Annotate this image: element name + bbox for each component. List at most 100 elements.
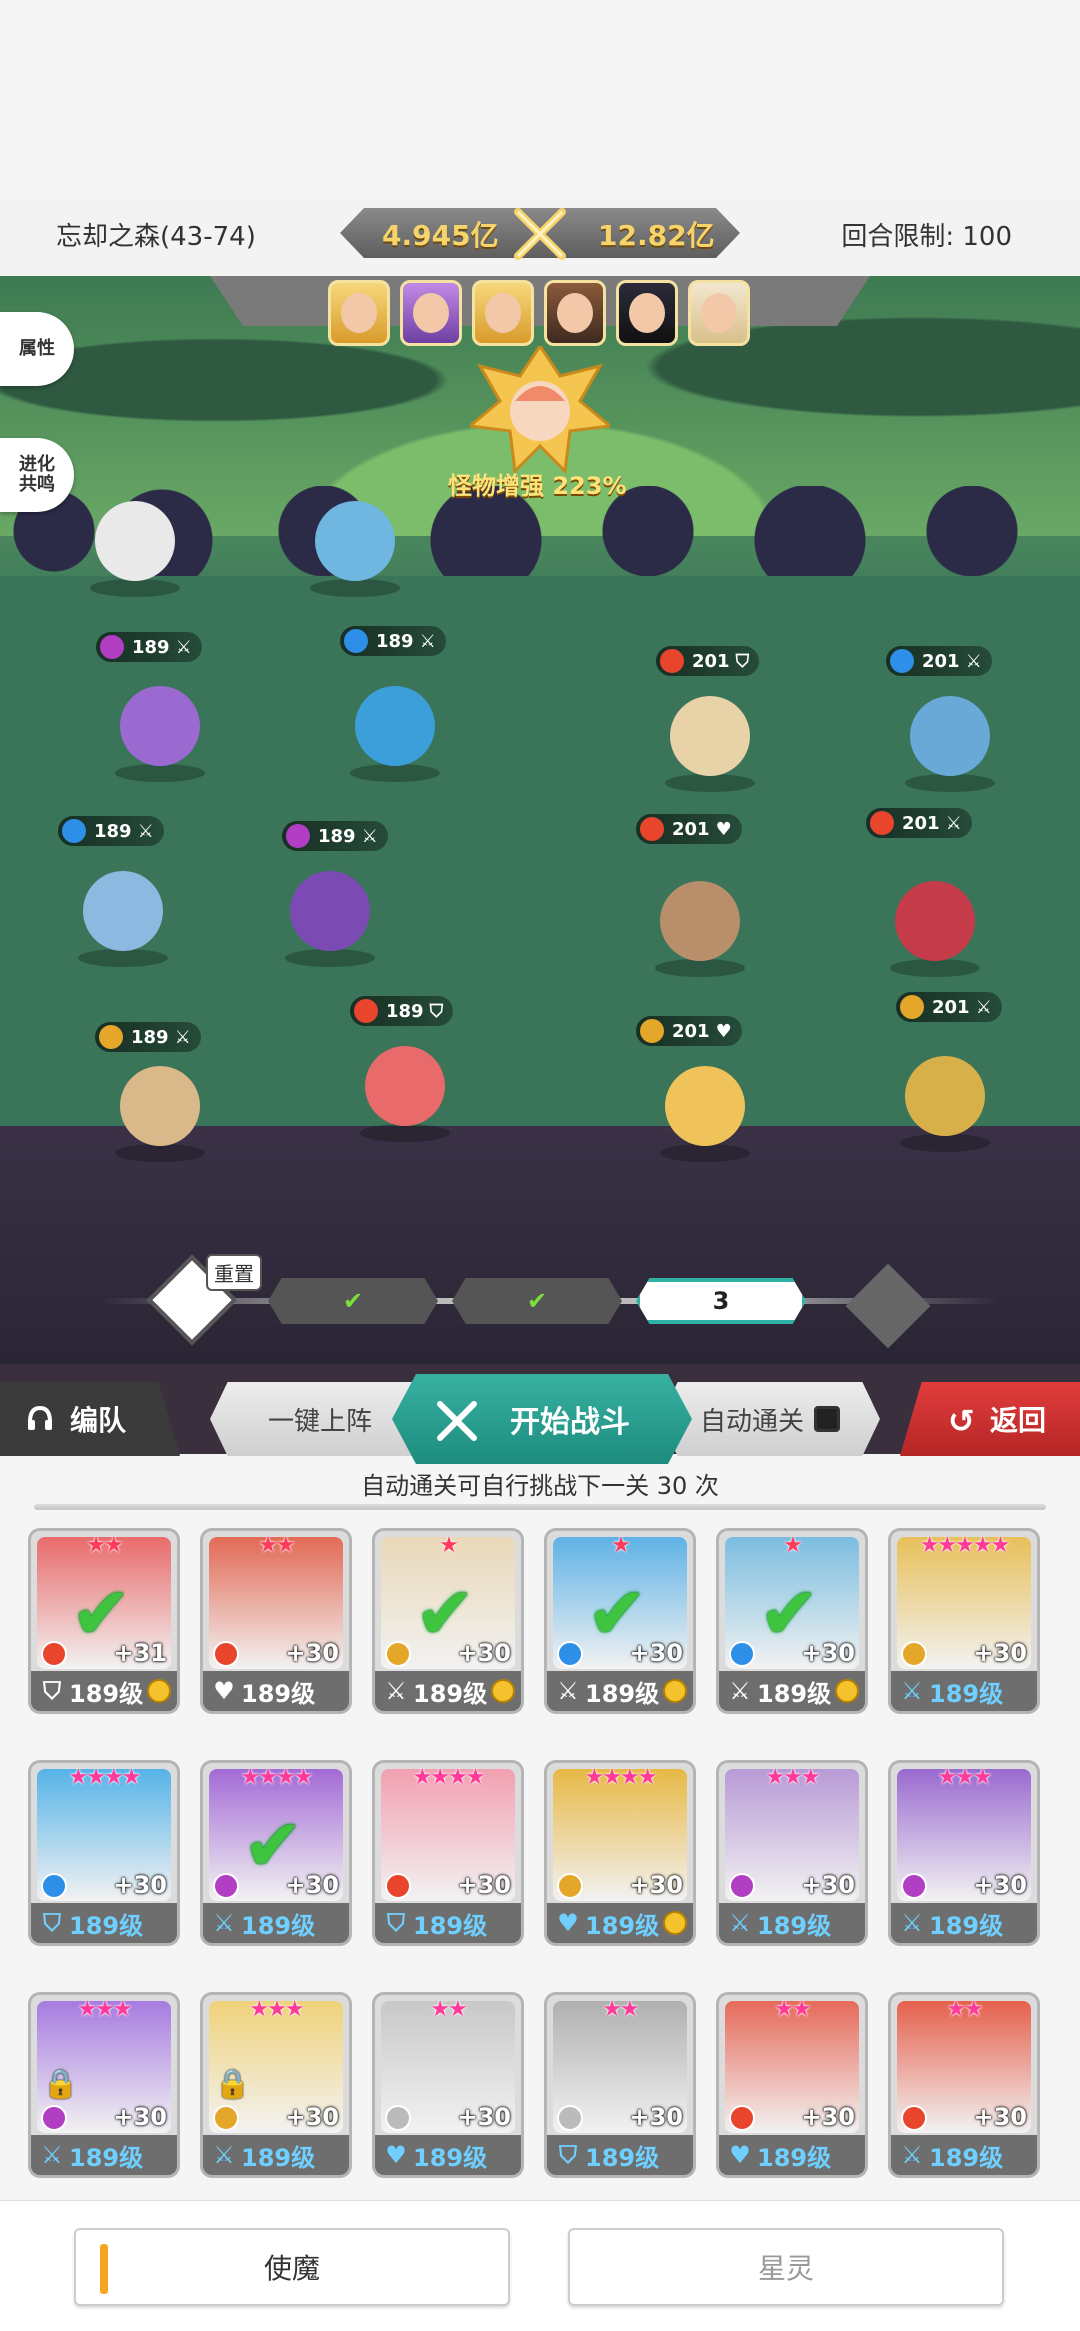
familiar-card[interactable]: ★★★★★ +30 ⚔ 189级	[888, 1528, 1040, 1714]
ally-unit[interactable]	[350, 1036, 460, 1146]
wind-icon	[900, 995, 924, 1019]
familiar-card[interactable]: ★★ +30 ♥ 189级	[716, 1992, 868, 2178]
back-label: 返回	[990, 1404, 1047, 1437]
level-bar: ⚔ 189级	[203, 2135, 349, 2175]
star-rating: ★	[439, 1533, 459, 1558]
familiar-card[interactable]: ★★ +30 ⚔ 189级	[888, 1992, 1040, 2178]
heart-icon: ♥	[715, 1020, 732, 1042]
star-rating: ★★★	[249, 1997, 304, 2022]
star-rating: ★★	[86, 1533, 123, 1558]
sword-icon: ⚔	[213, 2141, 235, 2169]
familiar-card[interactable]: ★ ✔ +30 ⚔ 189级	[372, 1528, 524, 1714]
level-bar: ♥ 189级	[375, 2135, 521, 2175]
sword-icon: ⚔	[965, 650, 982, 672]
team-power: 4.945亿	[382, 219, 499, 252]
level-label: 189级	[241, 1679, 316, 1708]
level-bar: ⚔ 189级	[891, 1903, 1037, 1943]
ally-unit[interactable]	[80, 491, 190, 601]
element-icon	[213, 2105, 239, 2131]
enemy-portrait[interactable]	[328, 280, 390, 346]
enemy-portrait[interactable]	[472, 280, 534, 346]
tab-spirits[interactable]: 星灵	[568, 2228, 1004, 2306]
round-limit: 回合限制: 100	[841, 222, 1012, 252]
enemy-unit[interactable]	[895, 686, 1005, 796]
sword-icon: ⚔	[175, 636, 192, 658]
level-label: 189级	[585, 1679, 660, 1708]
familiar-card[interactable]: ★★★★ +30 ⛉ 189级	[28, 1760, 180, 1946]
level-label: 189级	[69, 2143, 144, 2172]
boss-avatar[interactable]	[470, 346, 610, 476]
ally-unit[interactable]	[300, 491, 410, 601]
stage-node-cleared: ✔	[268, 1278, 438, 1324]
bonus-value: +30	[113, 2103, 167, 2131]
ally-unit[interactable]	[105, 1056, 215, 1166]
wind-icon	[640, 1019, 664, 1043]
familiar-card[interactable]: ★★★ 🔒 +30 ⚔ 189级	[200, 1992, 352, 2178]
evolution-resonance-button[interactable]: 进化 共鸣	[0, 438, 74, 512]
familiar-card[interactable]: ★★★ +30 ⚔ 189级	[716, 1760, 868, 1946]
tab-familiars[interactable]: 使魔	[74, 2228, 510, 2306]
star-rating: ★★★★	[412, 1765, 486, 1790]
familiar-card[interactable]: ★★★ 🔒 +30 ⚔ 189级	[28, 1992, 180, 2178]
game-screen: 忘却之森(43-74) 4.945亿 12.82亿 回合限制: 100 怪物增强…	[0, 0, 1080, 2331]
fire-icon	[640, 817, 664, 841]
enemy-unit[interactable]	[890, 1046, 1000, 1156]
familiar-card[interactable]: ★★★★ +30 ♥ 189级	[544, 1760, 696, 1946]
team-label: 编队	[70, 1404, 127, 1437]
enemy-portrait[interactable]	[688, 280, 750, 346]
auto-clear-toggle[interactable]: 自动通关	[660, 1382, 880, 1456]
familiar-card[interactable]: ★★★ +30 ⚔ 189级	[888, 1760, 1040, 1946]
start-battle-button[interactable]: 开始战斗	[392, 1374, 692, 1464]
monster-buff-label: 怪物增强 223%	[448, 472, 627, 500]
auto-clear-checkbox[interactable]	[814, 1406, 840, 1432]
element-icon	[557, 1873, 583, 1899]
bonus-value: +30	[973, 2103, 1027, 2131]
enemy-portrait[interactable]	[616, 280, 678, 346]
enemy-portrait[interactable]	[400, 280, 462, 346]
auto-clear-label: 自动通关	[699, 1406, 804, 1437]
enemy-portrait[interactable]	[544, 280, 606, 346]
level-label: 189级	[241, 2143, 316, 2172]
sword-icon: ⚔	[174, 1026, 191, 1048]
unit-level-tag: 189 ⛉	[350, 996, 454, 1026]
ally-unit[interactable]	[105, 676, 215, 786]
enemy-unit[interactable]	[650, 1056, 760, 1166]
reset-label[interactable]: 重置	[206, 1254, 262, 1291]
star-rating: ★★★	[937, 1765, 992, 1790]
ally-unit[interactable]	[275, 861, 385, 971]
unit-level-tag: 189 ⚔	[95, 1022, 201, 1052]
familiar-card[interactable]: ★★ +30 ♥ 189级	[200, 1528, 352, 1714]
star-rating: ★★★★	[68, 1765, 142, 1790]
familiar-card[interactable]: ★★★★ +30 ⛉ 189级	[372, 1760, 524, 1946]
bonus-value: +30	[285, 1871, 339, 1899]
team-button[interactable]: 编队	[0, 1382, 180, 1456]
bonus-value: +30	[285, 1639, 339, 1667]
familiar-card[interactable]: ★ ✔ +30 ⚔ 189级	[716, 1528, 868, 1714]
element-icon	[385, 1641, 411, 1667]
sword-icon: ⚔	[385, 1677, 407, 1705]
coin-icon	[147, 1679, 171, 1703]
heart-icon: ♥	[715, 818, 732, 840]
coin-icon	[663, 1911, 687, 1935]
familiar-card[interactable]: ★★ ✔ +31 ⛉ 189级	[28, 1528, 180, 1714]
unit-level-tag: 189 ⚔	[58, 816, 164, 846]
enemy-unit[interactable]	[880, 871, 990, 981]
familiar-card[interactable]: ★★ +30 ⛉ 189级	[544, 1992, 696, 2178]
shield-icon: ⛉	[735, 650, 750, 672]
battlefield: 怪物增强 223% 189 ⚔ 189 ⚔ 189 ⚔ 189 ⚔ 189 ⛉ 189 ⚔ …	[0, 276, 1080, 1364]
familiar-card[interactable]: ★★ +30 ♥ 189级	[372, 1992, 524, 2178]
level-label: 189级	[757, 1911, 832, 1940]
familiar-card[interactable]: ★★★★ ✔ +30 ⚔ 189级	[200, 1760, 352, 1946]
stage-node-current[interactable]: 3	[636, 1278, 806, 1324]
ally-unit[interactable]	[340, 676, 450, 786]
coin-icon	[835, 1679, 859, 1703]
enemy-unit[interactable]	[645, 871, 755, 981]
bonus-value: +30	[973, 1871, 1027, 1899]
enemy-unit[interactable]	[655, 686, 765, 796]
level-label: 189级	[241, 1911, 316, 1940]
attributes-button[interactable]: 属性	[0, 312, 74, 386]
star-rating: ★★	[602, 1997, 639, 2022]
familiar-card[interactable]: ★ ✔ +30 ⚔ 189级	[544, 1528, 696, 1714]
back-button[interactable]: ↺ 返回	[900, 1382, 1080, 1456]
ally-unit[interactable]	[68, 861, 178, 971]
